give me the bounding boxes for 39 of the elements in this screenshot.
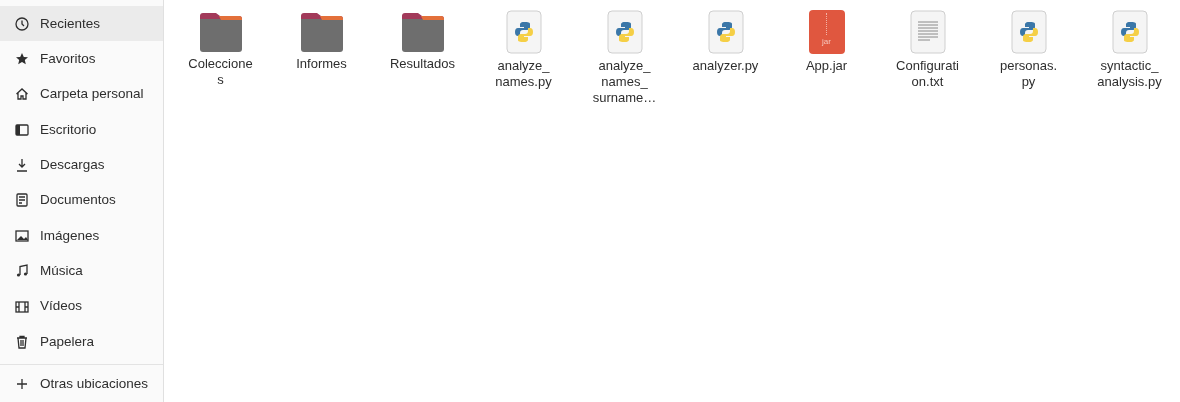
desktop-icon xyxy=(14,121,30,138)
folder-icon[interactable] xyxy=(198,10,243,52)
file-name: personas. py xyxy=(999,58,1058,90)
file-name: App.jar xyxy=(805,58,848,74)
file-name: analyze_ names.py xyxy=(495,58,552,90)
file-name: Coleccione s xyxy=(188,56,253,88)
sidebar-item[interactable]: Vídeos xyxy=(0,288,163,325)
sidebar-item[interactable]: Otras ubicaciones xyxy=(0,366,163,402)
home-icon xyxy=(14,86,30,103)
file-name: syntactic_ analysis.py xyxy=(1097,58,1162,90)
document-icon xyxy=(14,192,30,209)
sidebar-item[interactable]: Escritorio xyxy=(0,112,163,148)
file-name: Resultados xyxy=(389,56,455,72)
trash-icon xyxy=(14,333,30,350)
python-file-icon[interactable] xyxy=(707,10,744,54)
python-file-icon[interactable] xyxy=(606,10,643,54)
folder-icon[interactable] xyxy=(400,10,445,52)
folder-icon[interactable] xyxy=(299,10,344,52)
file-name: Informes xyxy=(296,56,347,72)
file-name: analyze_ names_ surname… xyxy=(592,58,657,106)
file-type-label: jar xyxy=(822,36,831,48)
sidebar-item[interactable]: Favoritos xyxy=(0,41,163,77)
python-file-icon[interactable] xyxy=(1111,10,1148,54)
sidebar-item[interactable]: Música xyxy=(0,253,163,289)
python-file-icon[interactable] xyxy=(505,10,542,54)
sidebar-item[interactable]: Carpeta personal xyxy=(0,76,163,113)
image-icon xyxy=(14,227,30,244)
python-file-icon[interactable] xyxy=(1010,10,1047,54)
sidebar-item[interactable]: Descargas xyxy=(0,147,163,183)
sidebar-item[interactable]: Documentos xyxy=(0,182,163,219)
file-name: Configurati on.txt xyxy=(896,58,959,90)
sidebar-item[interactable]: Papelera xyxy=(0,324,163,360)
download-icon xyxy=(14,157,30,174)
film-icon xyxy=(14,298,30,315)
file-name: analyzer.py xyxy=(692,58,759,74)
clock-icon xyxy=(14,15,30,32)
music-icon xyxy=(14,263,30,280)
sidebar-item[interactable]: Recientes xyxy=(0,6,163,42)
sidebar-item[interactable]: Imágenes xyxy=(0,218,163,254)
